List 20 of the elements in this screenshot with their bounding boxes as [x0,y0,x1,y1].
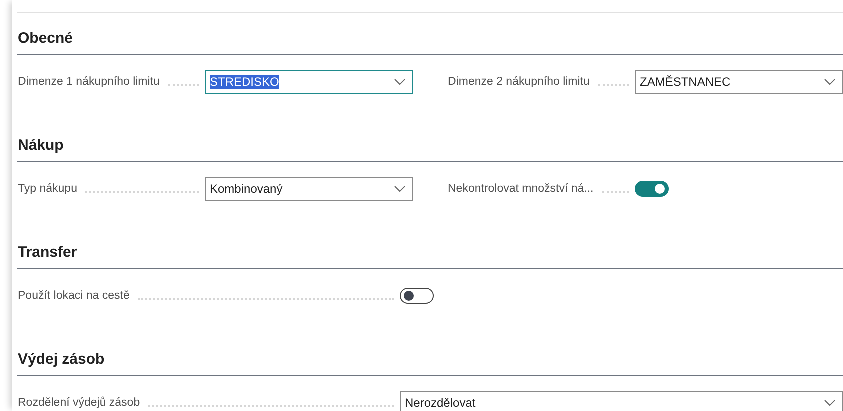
dropdown-field[interactable]: ZAMĚSTNANEC [635,70,843,94]
section-heading: Výdej zásob [17,350,843,376]
field-label: Dimenze 1 nákupního limitu [17,76,160,88]
chevron-down-icon [394,185,406,193]
section-heading: Obecné [17,29,843,55]
field-label: Nekontrolovat množství ná... [447,183,594,195]
dropdown-field[interactable]: Nerozdělovat [400,391,843,411]
section-heading: Transfer [17,243,843,269]
section-heading: Nákup [17,136,843,162]
dropdown-field[interactable]: STREDISKO [205,70,413,94]
toggle-switch[interactable] [635,181,669,197]
chevron-down-icon [824,399,836,407]
dropdown-field[interactable]: Kombinovaný [205,177,413,201]
field-label: Použít lokaci na cestě [17,290,130,302]
chevron-down-icon [394,78,406,86]
field-label: Rozdělení výdejů zásob [17,397,140,409]
chevron-down-icon [824,78,836,86]
field-label: Dimenze 2 nákupního limitu [447,76,590,88]
field-label: Typ nákupu [17,183,78,195]
toggle-switch[interactable] [400,288,434,304]
